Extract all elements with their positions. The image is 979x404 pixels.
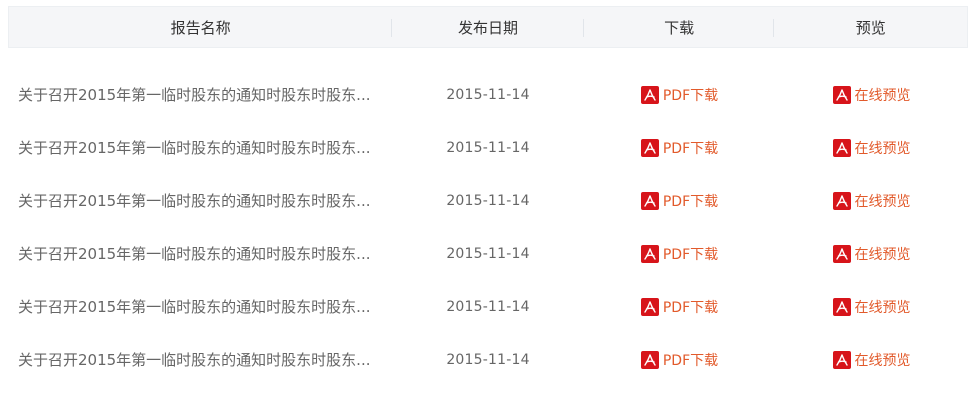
download-cell: PDF下载	[584, 227, 775, 280]
download-label: PDF下载	[662, 299, 719, 316]
online-preview-link[interactable]: 在线预览	[832, 85, 911, 105]
preview-label: 在线预览	[854, 246, 911, 263]
report-title[interactable]: 关于召开2015年第一临时股东的通知时股东时股东...	[8, 121, 392, 174]
preview-cell: 在线预览	[775, 121, 968, 174]
pdf-icon	[832, 138, 851, 157]
table-row: 关于召开2015年第一临时股东的通知时股东时股东... 2015-11-14 P…	[8, 333, 968, 386]
publish-date: 2015-11-14	[446, 351, 530, 368]
table-row: 关于召开2015年第一临时股东的通知时股东时股东... 2015-11-14 P…	[8, 280, 968, 333]
table-row: 关于召开2015年第一临时股东的通知时股东时股东... 2015-11-14 P…	[8, 227, 968, 280]
header-publish-date: 发布日期	[392, 7, 584, 47]
pdf-icon	[640, 191, 659, 210]
header-download: 下载	[584, 7, 775, 47]
pdf-download-link[interactable]: PDF下载	[640, 85, 719, 105]
publish-date: 2015-11-14	[446, 139, 530, 156]
pdf-download-link[interactable]: PDF下载	[640, 138, 719, 158]
pdf-icon	[832, 244, 851, 263]
report-title[interactable]: 关于召开2015年第一临时股东的通知时股东时股东...	[8, 333, 392, 386]
download-cell: PDF下载	[584, 121, 775, 174]
report-title[interactable]: 关于召开2015年第一临时股东的通知时股东时股东...	[8, 227, 392, 280]
header-preview: 预览	[855, 18, 886, 37]
pdf-download-link[interactable]: PDF下载	[640, 191, 719, 211]
online-preview-link[interactable]: 在线预览	[832, 244, 911, 264]
report-title[interactable]: 关于召开2015年第一临时股东的通知时股东时股东...	[8, 280, 392, 333]
pdf-icon	[832, 85, 851, 104]
report-title[interactable]: 关于召开2015年第一临时股东的通知时股东时股东...	[8, 174, 392, 227]
download-label: PDF下载	[662, 87, 719, 104]
download-label: PDF下载	[662, 246, 719, 263]
header-report-name: 报告名称	[9, 7, 393, 47]
download-cell: PDF下载	[584, 174, 775, 227]
pdf-download-link[interactable]: PDF下载	[640, 244, 719, 264]
table-header: 报告名称 发布日期 下载 预览	[8, 6, 968, 48]
online-preview-link[interactable]: 在线预览	[832, 350, 911, 370]
download-cell: PDF下载	[584, 68, 775, 121]
pdf-icon	[832, 191, 851, 210]
table-row: 关于召开2015年第一临时股东的通知时股东时股东... 2015-11-14 P…	[8, 174, 968, 227]
report-table: 报告名称 发布日期 下载 预览 关于召开2015年第一临时股东的通知时股东时股东…	[8, 6, 968, 386]
table-row: 关于召开2015年第一临时股东的通知时股东时股东... 2015-11-14 P…	[8, 68, 968, 121]
pdf-icon	[640, 85, 659, 104]
report-title[interactable]: 关于召开2015年第一临时股东的通知时股东时股东...	[8, 68, 392, 121]
publish-date: 2015-11-14	[446, 245, 530, 262]
publish-date: 2015-11-14	[446, 298, 530, 315]
preview-label: 在线预览	[854, 193, 911, 210]
preview-cell: 在线预览	[775, 174, 968, 227]
pdf-icon	[640, 244, 659, 263]
table-body: 关于召开2015年第一临时股东的通知时股东时股东... 2015-11-14 P…	[8, 68, 968, 386]
preview-cell: 在线预览	[775, 68, 968, 121]
pdf-download-link[interactable]: PDF下载	[640, 350, 719, 370]
preview-label: 在线预览	[854, 140, 911, 157]
download-label: PDF下载	[662, 140, 719, 157]
pdf-icon	[640, 297, 659, 316]
pdf-icon	[640, 350, 659, 369]
publish-date: 2015-11-14	[446, 192, 530, 209]
preview-label: 在线预览	[854, 87, 911, 104]
preview-label: 在线预览	[854, 352, 911, 369]
preview-label: 在线预览	[854, 299, 911, 316]
pdf-download-link[interactable]: PDF下载	[640, 297, 719, 317]
download-label: PDF下载	[662, 193, 719, 210]
pdf-icon	[832, 350, 851, 369]
download-cell: PDF下载	[584, 333, 775, 386]
table-row: 关于召开2015年第一临时股东的通知时股东时股东... 2015-11-14 P…	[8, 121, 968, 174]
preview-cell: 在线预览	[775, 227, 968, 280]
preview-cell: 在线预览	[775, 333, 968, 386]
online-preview-link[interactable]: 在线预览	[832, 297, 911, 317]
publish-date: 2015-11-14	[446, 86, 530, 103]
online-preview-link[interactable]: 在线预览	[832, 191, 911, 211]
preview-cell: 在线预览	[775, 280, 968, 333]
pdf-icon	[640, 138, 659, 157]
download-label: PDF下载	[662, 352, 719, 369]
online-preview-link[interactable]: 在线预览	[832, 138, 911, 158]
pdf-icon	[832, 297, 851, 316]
download-cell: PDF下载	[584, 280, 775, 333]
